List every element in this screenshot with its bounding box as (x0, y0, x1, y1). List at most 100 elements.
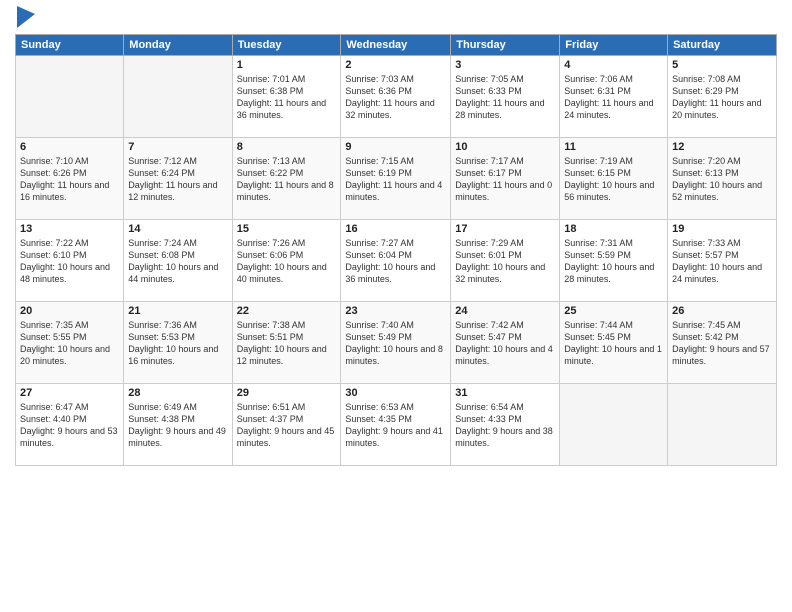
day-number: 25 (564, 305, 663, 317)
day-info: Sunrise: 7:03 AM Sunset: 6:36 PM Dayligh… (345, 73, 446, 122)
calendar-cell: 4 Sunrise: 7:06 AM Sunset: 6:31 PM Daylig… (560, 56, 668, 138)
day-info: Sunrise: 7:15 AM Sunset: 6:19 PM Dayligh… (345, 155, 446, 204)
calendar-cell (16, 56, 124, 138)
day-number: 8 (237, 141, 337, 153)
day-number: 6 (20, 141, 119, 153)
day-info: Sunrise: 7:38 AM Sunset: 5:51 PM Dayligh… (237, 319, 337, 368)
logo (15, 10, 35, 28)
day-number: 13 (20, 223, 119, 235)
day-number: 5 (672, 59, 772, 71)
calendar-cell: 12 Sunrise: 7:20 AM Sunset: 6:13 PM Dayli… (668, 138, 777, 220)
day-info: Sunrise: 7:13 AM Sunset: 6:22 PM Dayligh… (237, 155, 337, 204)
day-info: Sunrise: 7:10 AM Sunset: 6:26 PM Dayligh… (20, 155, 119, 204)
calendar-cell: 26Sunrise: 7:45 AM Sunset: 5:42 PM Dayli… (668, 302, 777, 384)
calendar-cell: 21 Sunrise: 7:36 AM Sunset: 5:53 PM Dayli… (124, 302, 232, 384)
calendar-cell: 28Sunrise: 6:49 AM Sunset: 4:38 PM Dayli… (124, 384, 232, 466)
day-info: Sunrise: 7:44 AM Sunset: 5:45 PM Dayligh… (564, 319, 663, 368)
day-number: 7 (128, 141, 227, 153)
calendar-cell: 14 Sunrise: 7:24 AM Sunset: 6:08 PM Dayli… (124, 220, 232, 302)
day-info: Sunrise: 6:53 AM Sunset: 4:35 PM Dayligh… (345, 401, 446, 450)
day-info: Sunrise: 6:54 AM Sunset: 4:33 PM Dayligh… (455, 401, 555, 450)
day-number: 10 (455, 141, 555, 153)
day-number: 11 (564, 141, 663, 153)
day-number: 14 (128, 223, 227, 235)
calendar-cell: 24 Sunrise: 7:42 AM Sunset: 5:47 PM Dayli… (451, 302, 560, 384)
calendar-week-row: 20Sunrise: 7:35 AM Sunset: 5:55 PM Dayli… (16, 302, 777, 384)
day-info: Sunrise: 6:47 AM Sunset: 4:40 PM Dayligh… (20, 401, 119, 450)
day-number: 16 (345, 223, 446, 235)
calendar-week-row: 1 Sunrise: 7:01 AM Sunset: 6:38 PM Daylig… (16, 56, 777, 138)
day-info: Sunrise: 7:27 AM Sunset: 6:04 PM Dayligh… (345, 237, 446, 286)
calendar-cell (560, 384, 668, 466)
calendar-cell: 19Sunrise: 7:33 AM Sunset: 5:57 PM Dayli… (668, 220, 777, 302)
calendar-cell: 25 Sunrise: 7:44 AM Sunset: 5:45 PM Dayli… (560, 302, 668, 384)
col-header-wednesday: Wednesday (341, 35, 451, 56)
calendar-cell: 30 Sunrise: 6:53 AM Sunset: 4:35 PM Dayli… (341, 384, 451, 466)
day-number: 2 (345, 59, 446, 71)
col-header-friday: Friday (560, 35, 668, 56)
calendar-cell: 31Sunrise: 6:54 AM Sunset: 4:33 PM Dayli… (451, 384, 560, 466)
day-info: Sunrise: 7:17 AM Sunset: 6:17 PM Dayligh… (455, 155, 555, 204)
calendar-cell: 13 Sunrise: 7:22 AM Sunset: 6:10 PM Dayli… (16, 220, 124, 302)
day-number: 3 (455, 59, 555, 71)
calendar-cell: 1 Sunrise: 7:01 AM Sunset: 6:38 PM Daylig… (232, 56, 341, 138)
day-number: 12 (672, 141, 772, 153)
day-info: Sunrise: 7:31 AM Sunset: 5:59 PM Dayligh… (564, 237, 663, 286)
day-number: 21 (128, 305, 227, 317)
calendar-cell: 8 Sunrise: 7:13 AM Sunset: 6:22 PM Daylig… (232, 138, 341, 220)
calendar-header-row: SundayMondayTuesdayWednesdayThursdayFrid… (16, 35, 777, 56)
calendar-cell: 11 Sunrise: 7:19 AM Sunset: 6:15 PM Dayli… (560, 138, 668, 220)
calendar-week-row: 6 Sunrise: 7:10 AM Sunset: 6:26 PM Daylig… (16, 138, 777, 220)
day-number: 24 (455, 305, 555, 317)
calendar-cell: 20Sunrise: 7:35 AM Sunset: 5:55 PM Dayli… (16, 302, 124, 384)
day-info: Sunrise: 7:19 AM Sunset: 6:15 PM Dayligh… (564, 155, 663, 204)
calendar-cell: 7 Sunrise: 7:12 AM Sunset: 6:24 PM Daylig… (124, 138, 232, 220)
day-info: Sunrise: 7:36 AM Sunset: 5:53 PM Dayligh… (128, 319, 227, 368)
day-number: 19 (672, 223, 772, 235)
day-info: Sunrise: 7:29 AM Sunset: 6:01 PM Dayligh… (455, 237, 555, 286)
day-info: Sunrise: 7:22 AM Sunset: 6:10 PM Dayligh… (20, 237, 119, 286)
calendar-cell: 2 Sunrise: 7:03 AM Sunset: 6:36 PM Daylig… (341, 56, 451, 138)
calendar-cell: 3 Sunrise: 7:05 AM Sunset: 6:33 PM Daylig… (451, 56, 560, 138)
col-header-monday: Monday (124, 35, 232, 56)
calendar-cell: 5 Sunrise: 7:08 AM Sunset: 6:29 PM Daylig… (668, 56, 777, 138)
day-info: Sunrise: 6:49 AM Sunset: 4:38 PM Dayligh… (128, 401, 227, 450)
day-number: 30 (345, 387, 446, 399)
day-info: Sunrise: 7:45 AM Sunset: 5:42 PM Dayligh… (672, 319, 772, 368)
calendar-week-row: 13 Sunrise: 7:22 AM Sunset: 6:10 PM Dayli… (16, 220, 777, 302)
calendar-cell: 10 Sunrise: 7:17 AM Sunset: 6:17 PM Dayli… (451, 138, 560, 220)
day-number: 15 (237, 223, 337, 235)
col-header-tuesday: Tuesday (232, 35, 341, 56)
col-header-saturday: Saturday (668, 35, 777, 56)
calendar-cell: 18 Sunrise: 7:31 AM Sunset: 5:59 PM Dayli… (560, 220, 668, 302)
day-number: 1 (237, 59, 337, 71)
day-number: 27 (20, 387, 119, 399)
day-info: Sunrise: 7:26 AM Sunset: 6:06 PM Dayligh… (237, 237, 337, 286)
day-info: Sunrise: 7:40 AM Sunset: 5:49 PM Dayligh… (345, 319, 446, 368)
calendar-cell: 22 Sunrise: 7:38 AM Sunset: 5:51 PM Dayli… (232, 302, 341, 384)
day-number: 4 (564, 59, 663, 71)
day-number: 18 (564, 223, 663, 235)
calendar-cell (668, 384, 777, 466)
calendar-cell: 16 Sunrise: 7:27 AM Sunset: 6:04 PM Dayli… (341, 220, 451, 302)
logo-icon (17, 6, 35, 28)
calendar-cell: 27 Sunrise: 6:47 AM Sunset: 4:40 PM Dayli… (16, 384, 124, 466)
day-info: Sunrise: 7:24 AM Sunset: 6:08 PM Dayligh… (128, 237, 227, 286)
calendar-cell: 29Sunrise: 6:51 AM Sunset: 4:37 PM Dayli… (232, 384, 341, 466)
calendar-cell: 15 Sunrise: 7:26 AM Sunset: 6:06 PM Dayli… (232, 220, 341, 302)
day-info: Sunrise: 7:42 AM Sunset: 5:47 PM Dayligh… (455, 319, 555, 368)
calendar-cell: 9Sunrise: 7:15 AM Sunset: 6:19 PM Daylig… (341, 138, 451, 220)
col-header-thursday: Thursday (451, 35, 560, 56)
day-number: 22 (237, 305, 337, 317)
calendar-table: SundayMondayTuesdayWednesdayThursdayFrid… (15, 34, 777, 466)
calendar-week-row: 27 Sunrise: 6:47 AM Sunset: 4:40 PM Dayli… (16, 384, 777, 466)
day-info: Sunrise: 7:05 AM Sunset: 6:33 PM Dayligh… (455, 73, 555, 122)
day-info: Sunrise: 7:06 AM Sunset: 6:31 PM Dayligh… (564, 73, 663, 122)
day-info: Sunrise: 7:08 AM Sunset: 6:29 PM Dayligh… (672, 73, 772, 122)
calendar-cell: 23Sunrise: 7:40 AM Sunset: 5:49 PM Dayli… (341, 302, 451, 384)
day-info: Sunrise: 7:35 AM Sunset: 5:55 PM Dayligh… (20, 319, 119, 368)
page: SundayMondayTuesdayWednesdayThursdayFrid… (0, 0, 792, 612)
day-info: Sunrise: 7:01 AM Sunset: 6:38 PM Dayligh… (237, 73, 337, 122)
day-info: Sunrise: 7:12 AM Sunset: 6:24 PM Dayligh… (128, 155, 227, 204)
day-info: Sunrise: 7:20 AM Sunset: 6:13 PM Dayligh… (672, 155, 772, 204)
